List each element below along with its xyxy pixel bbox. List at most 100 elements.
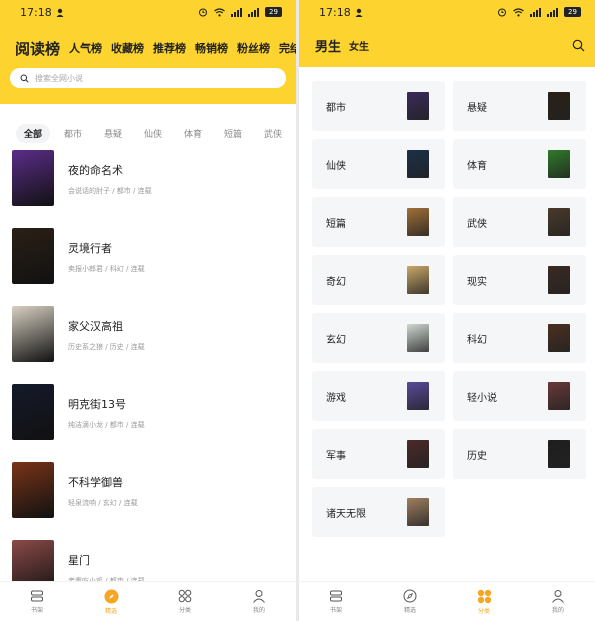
tab-reading-rank[interactable]: 阅读榜 xyxy=(15,40,60,58)
category-name: 仙侠 xyxy=(326,160,346,172)
nav-label: 精选 xyxy=(403,607,416,614)
nav-label: 书架 xyxy=(329,607,342,614)
nav-label: 精选 xyxy=(104,607,117,615)
featured-screen: 17:18 29 阅读榜 人气榜 收藏榜 推荐榜 畅销榜 粉丝榜 完结 搜索全网 xyxy=(0,0,296,621)
nav-featured[interactable]: 精选 xyxy=(385,589,435,614)
chip-sports[interactable]: 体育 xyxy=(176,124,210,143)
tab-popular-rank[interactable]: 人气榜 xyxy=(69,40,102,58)
book-cover xyxy=(12,384,54,440)
book-meta: 历史系之狼 / 历史 / 连载 xyxy=(68,343,145,351)
featured-header: 17:18 29 阅读榜 人气榜 收藏榜 推荐榜 畅销榜 粉丝榜 完结 搜索全网 xyxy=(0,0,296,104)
book-cover xyxy=(12,150,54,206)
alarm-icon xyxy=(199,8,207,17)
search-input[interactable]: 搜索全网小说 xyxy=(10,68,286,88)
category-card[interactable]: 军事 xyxy=(312,429,445,479)
status-bar: 17:18 29 xyxy=(0,0,296,24)
search-icon xyxy=(20,74,29,83)
category-card[interactable]: 短篇 xyxy=(312,197,445,247)
user-icon xyxy=(253,590,265,603)
tab-recommend-rank[interactable]: 推荐榜 xyxy=(153,40,186,58)
nav-bookshelf[interactable]: 书架 xyxy=(12,589,62,614)
book-meta: 卖报小郎君 / 科幻 / 连载 xyxy=(68,265,145,273)
nav-category[interactable]: 分类 xyxy=(160,589,210,614)
category-cover xyxy=(407,324,429,352)
category-cover xyxy=(548,208,570,236)
chip-wuxia[interactable]: 武侠 xyxy=(256,124,290,143)
category-card[interactable]: 仙侠 xyxy=(312,139,445,189)
category-name: 诸天无限 xyxy=(326,508,366,520)
category-card[interactable]: 奇幻 xyxy=(312,255,445,305)
chip-suspense[interactable]: 悬疑 xyxy=(96,124,130,143)
tab-completed[interactable]: 完结 xyxy=(279,40,296,58)
category-cover xyxy=(407,440,429,468)
chip-urban[interactable]: 都市 xyxy=(56,124,90,143)
category-name: 军事 xyxy=(326,450,346,462)
list-item[interactable]: 灵境行者 卖报小郎君 / 科幻 / 连载 xyxy=(12,228,296,306)
category-card[interactable]: 武侠 xyxy=(453,197,586,247)
category-grid: 都市 悬疑 仙侠 体育 短篇 武侠 奇幻 现实 玄幻 科幻 游戏 轻小说 军事 … xyxy=(312,81,586,537)
tab-male[interactable]: 男生 xyxy=(315,36,341,55)
book-title: 不科学御兽 xyxy=(68,476,123,489)
chip-short[interactable]: 短篇 xyxy=(216,124,250,143)
bookshelf-icon xyxy=(330,590,342,602)
tab-favorites-rank[interactable]: 收藏榜 xyxy=(111,40,144,58)
grid-icon xyxy=(477,589,491,603)
category-name: 短篇 xyxy=(326,218,346,230)
book-title: 夜的命名术 xyxy=(68,164,123,177)
category-card[interactable]: 玄幻 xyxy=(312,313,445,363)
list-item[interactable]: 家父汉高祖 历史系之狼 / 历史 / 连载 xyxy=(12,306,296,384)
book-meta: 纯洁滴小龙 / 都市 / 连载 xyxy=(68,421,145,429)
category-card[interactable]: 悬疑 xyxy=(453,81,586,131)
signal-icon xyxy=(248,7,259,17)
wifi-icon xyxy=(214,7,225,16)
category-cover xyxy=(407,150,429,178)
category-card[interactable]: 都市 xyxy=(312,81,445,131)
category-card[interactable]: 游戏 xyxy=(312,371,445,421)
category-name: 玄幻 xyxy=(326,334,346,346)
list-item[interactable]: 明克街13号 纯洁滴小龙 / 都市 / 连载 xyxy=(12,384,296,462)
category-card[interactable]: 现实 xyxy=(453,255,586,305)
category-name: 体育 xyxy=(467,160,487,172)
category-card[interactable]: 诸天无限 xyxy=(312,487,445,537)
book-cover xyxy=(12,462,54,518)
category-cover xyxy=(548,324,570,352)
tab-bestseller-rank[interactable]: 畅销榜 xyxy=(195,40,228,58)
nav-featured[interactable]: 精选 xyxy=(86,589,136,615)
chip-xianxia[interactable]: 仙侠 xyxy=(136,124,170,143)
person-icon xyxy=(355,8,363,17)
search-icon[interactable] xyxy=(572,39,585,52)
list-item[interactable]: 夜的命名术 会说话的肘子 / 都市 / 连载 xyxy=(12,150,296,228)
category-cover xyxy=(548,440,570,468)
nav-profile[interactable]: 我的 xyxy=(533,589,583,614)
bottom-nav: 书架 精选 分类 我的 xyxy=(299,581,595,621)
category-name: 轻小说 xyxy=(467,392,497,404)
category-card[interactable]: 体育 xyxy=(453,139,586,189)
nav-label: 我的 xyxy=(252,607,265,614)
wifi-icon xyxy=(513,7,524,16)
book-list: 夜的命名术 会说话的肘子 / 都市 / 连载 灵境行者 卖报小郎君 / 科幻 /… xyxy=(0,150,296,618)
category-name: 科幻 xyxy=(467,334,487,346)
signal-icon xyxy=(231,7,242,17)
category-name: 武侠 xyxy=(467,218,487,230)
signal-icon xyxy=(530,7,541,17)
list-item[interactable]: 不科学御兽 轻泉流响 / 玄幻 / 连载 xyxy=(12,462,296,540)
chip-all[interactable]: 全部 xyxy=(16,124,50,143)
category-card[interactable]: 历史 xyxy=(453,429,586,479)
bottom-nav: 书架 精选 分类 我的 xyxy=(0,581,296,621)
category-cover xyxy=(548,266,570,294)
category-card[interactable]: 轻小说 xyxy=(453,371,586,421)
alarm-icon xyxy=(498,8,506,17)
bookshelf-icon xyxy=(31,590,43,602)
ranking-tabs: 阅读榜 人气榜 收藏榜 推荐榜 畅销榜 粉丝榜 完结 xyxy=(0,24,296,58)
grid-icon xyxy=(178,589,192,603)
nav-bookshelf[interactable]: 书架 xyxy=(311,589,361,614)
person-icon xyxy=(56,8,64,17)
tab-female[interactable]: 女生 xyxy=(349,38,369,53)
nav-profile[interactable]: 我的 xyxy=(234,589,284,614)
book-cover xyxy=(12,306,54,362)
category-card[interactable]: 科幻 xyxy=(453,313,586,363)
category-cover xyxy=(407,382,429,410)
nav-category[interactable]: 分类 xyxy=(459,589,509,615)
battery-icon: 29 xyxy=(265,7,282,17)
tab-fans-rank[interactable]: 粉丝榜 xyxy=(237,40,270,58)
